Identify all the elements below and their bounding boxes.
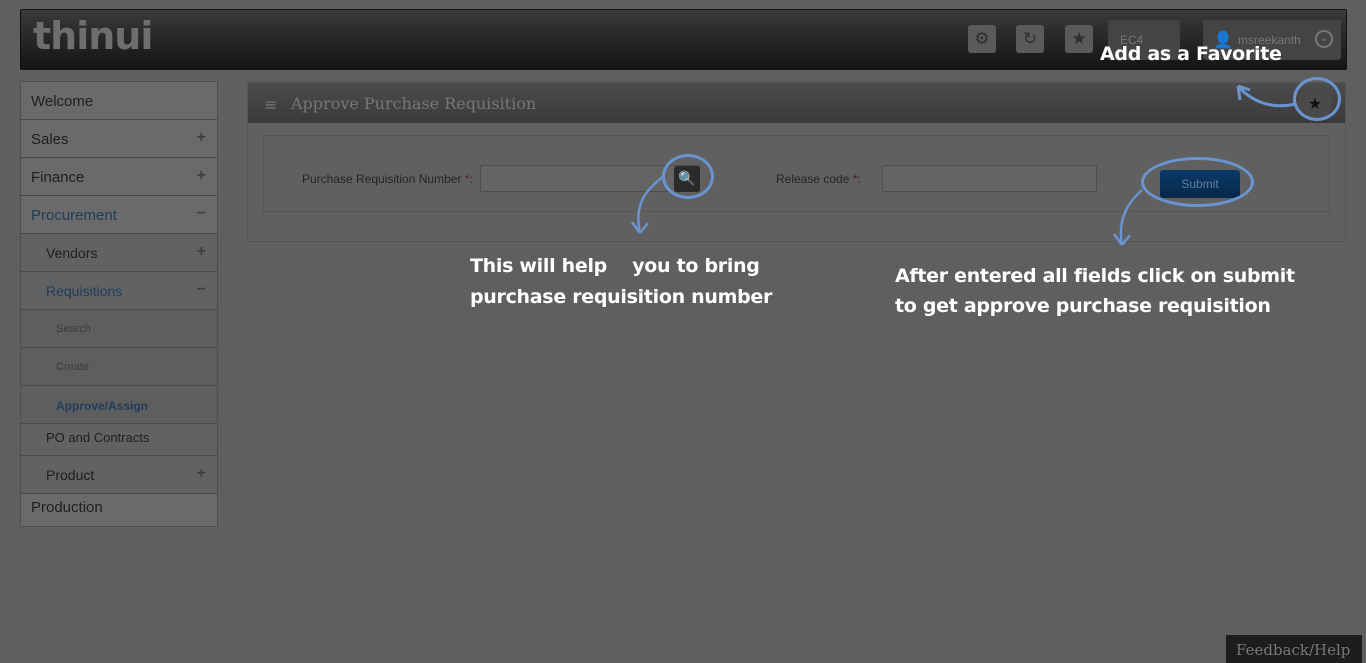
submit-note-line2: to get approve purchase requisition: [895, 295, 1271, 317]
feedback-help-button[interactable]: Feedback/Help ▲: [1226, 635, 1362, 663]
lookup-note-line2: purchase requisition number: [470, 286, 773, 308]
annotation-arrows: [630, 84, 1296, 246]
favorite-note: Add as a Favorite: [1100, 43, 1282, 65]
submit-note-line1: After entered all fields click on submit: [895, 265, 1295, 287]
lookup-note-line1: This will help you to bring: [470, 255, 760, 277]
feedback-label: Feedback/Help: [1236, 641, 1351, 659]
